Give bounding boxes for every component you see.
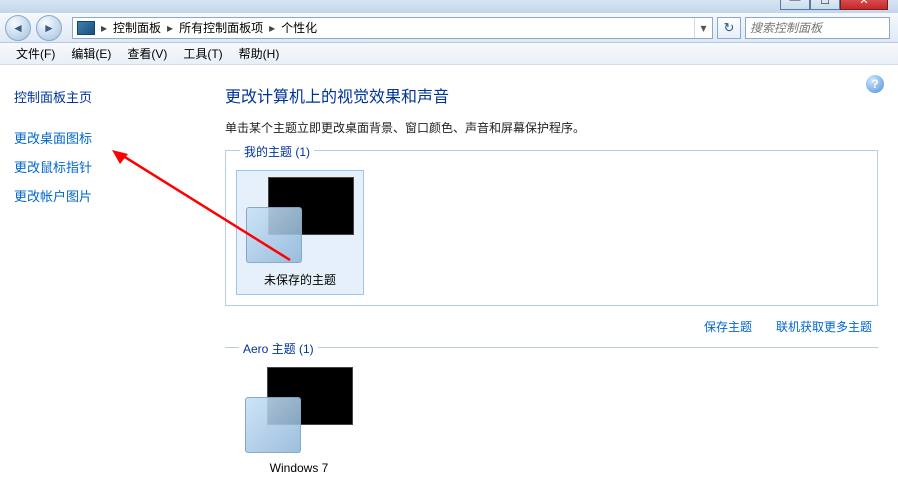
address-dropdown[interactable]: ▾ bbox=[694, 18, 712, 38]
forward-button[interactable]: ► bbox=[36, 15, 62, 41]
menu-view[interactable]: 查看(V) bbox=[119, 43, 175, 64]
minimize-button[interactable]: — bbox=[780, 0, 810, 10]
refresh-button[interactable]: ↻ bbox=[717, 17, 741, 39]
breadcrumb[interactable]: 个性化 bbox=[277, 19, 321, 36]
theme-thumbnail bbox=[245, 367, 353, 453]
content-pane: ? 更改计算机上的视觉效果和声音 单击某个主题立即更改桌面背景、窗口颜色、声音和… bbox=[207, 65, 898, 504]
theme-actions: 保存主题 联机获取更多主题 bbox=[225, 310, 878, 347]
breadcrumb[interactable]: 所有控制面板项 bbox=[175, 19, 267, 36]
theme-item-unsaved[interactable]: 未保存的主题 bbox=[236, 170, 364, 295]
maximize-button[interactable]: ☐ bbox=[810, 0, 840, 10]
chevron-right-icon: ▸ bbox=[267, 21, 277, 35]
sidebar-link-account-picture[interactable]: 更改帐户图片 bbox=[14, 186, 193, 205]
save-theme-link[interactable]: 保存主题 bbox=[704, 318, 752, 335]
group-label: 我的主题 (1) bbox=[240, 143, 314, 160]
menu-edit[interactable]: 编辑(E) bbox=[63, 43, 119, 64]
theme-list: 未保存的主题 bbox=[236, 168, 867, 295]
page-title: 更改计算机上的视觉效果和声音 bbox=[225, 83, 878, 107]
theme-caption: 未保存的主题 bbox=[243, 271, 357, 288]
chevron-right-icon: ▸ bbox=[165, 21, 175, 35]
close-button[interactable]: ✕ bbox=[840, 0, 888, 10]
nav-toolbar: ◄ ► ▸ 控制面板 ▸ 所有控制面板项 ▸ 个性化 ▾ ↻ 🔍 bbox=[0, 13, 898, 43]
theme-list: Windows 7 bbox=[235, 365, 868, 475]
get-more-themes-link[interactable]: 联机获取更多主题 bbox=[776, 318, 872, 335]
body-area: 控制面板主页 更改桌面图标 更改鼠标指针 更改帐户图片 ? 更改计算机上的视觉效… bbox=[0, 65, 898, 504]
page-subtitle: 单击某个主题立即更改桌面背景、窗口颜色、声音和屏幕保护程序。 bbox=[225, 119, 878, 136]
breadcrumb[interactable]: 控制面板 bbox=[109, 19, 165, 36]
theme-item-windows7[interactable]: Windows 7 bbox=[235, 367, 363, 475]
menu-help[interactable]: 帮助(H) bbox=[231, 43, 288, 64]
help-icon[interactable]: ? bbox=[866, 75, 884, 93]
aero-glass-icon bbox=[246, 207, 302, 263]
menu-file[interactable]: 文件(F) bbox=[8, 43, 63, 64]
sidebar-link-desktop-icons[interactable]: 更改桌面图标 bbox=[14, 128, 193, 147]
search-box[interactable]: 🔍 bbox=[745, 17, 890, 39]
sidebar-header[interactable]: 控制面板主页 bbox=[14, 87, 193, 106]
window-controls: — ☐ ✕ bbox=[780, 0, 888, 10]
group-aero-themes: Aero 主题 (1) Windows 7 bbox=[225, 347, 878, 475]
theme-thumbnail bbox=[246, 177, 354, 263]
sidebar: 控制面板主页 更改桌面图标 更改鼠标指针 更改帐户图片 bbox=[0, 65, 207, 504]
theme-caption: Windows 7 bbox=[235, 461, 363, 475]
menu-bar: 文件(F) 编辑(E) 查看(V) 工具(T) 帮助(H) bbox=[0, 43, 898, 65]
back-button[interactable]: ◄ bbox=[5, 15, 31, 41]
address-bar[interactable]: ▸ 控制面板 ▸ 所有控制面板项 ▸ 个性化 ▾ bbox=[72, 17, 713, 39]
menu-tools[interactable]: 工具(T) bbox=[175, 43, 230, 64]
aero-glass-icon bbox=[245, 397, 301, 453]
group-label: Aero 主题 (1) bbox=[239, 340, 318, 357]
title-bar: — ☐ ✕ bbox=[0, 0, 898, 13]
search-input[interactable] bbox=[746, 21, 898, 35]
chevron-right-icon: ▸ bbox=[99, 21, 109, 35]
location-icon bbox=[77, 21, 95, 35]
sidebar-link-mouse-pointer[interactable]: 更改鼠标指针 bbox=[14, 157, 193, 176]
group-my-themes: 我的主题 (1) 未保存的主题 bbox=[225, 150, 878, 306]
